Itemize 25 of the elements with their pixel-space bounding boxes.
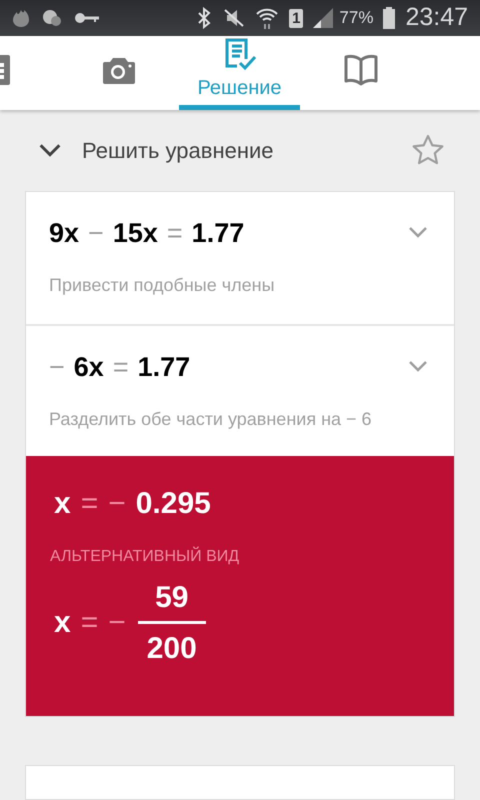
math-term: 1.77 [192,220,244,247]
math-term: 9x [49,220,80,247]
numerator: 59 [155,582,188,616]
sim-badge: 1 [289,8,304,28]
clock: 23:47 [405,2,468,34]
math-operator: = [166,220,183,247]
step-hint: Разделить обе части уравнения на − 6 [49,408,373,431]
math-term: x [54,488,71,519]
math-operator: − [88,220,104,247]
math-operator: = [80,488,98,519]
math-term: x [54,608,71,638]
math-operator: − [108,608,126,638]
math-term: 15x [112,220,158,247]
battery-percent: 77% [339,7,374,30]
math-operator: = [80,608,98,638]
math-term: 0.295 [136,488,211,519]
step-hint: Привести подобные члены [49,274,276,297]
alternative-label: АЛЬТЕРНАТИВНЫЙ ВИД [50,546,240,567]
math-term: 6x [74,354,104,381]
math-operator: − [108,488,126,519]
section-title: Решить уравнение [82,136,274,165]
math-operator: − [49,354,65,381]
math-term: 1.77 [138,354,190,381]
denominator: 200 [146,630,197,664]
math-operator: = [112,354,129,381]
